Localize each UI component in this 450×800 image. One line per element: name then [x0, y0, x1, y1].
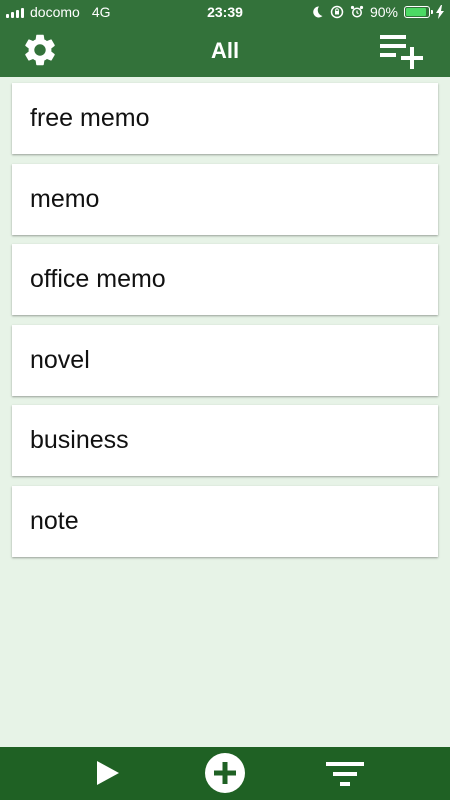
list-item[interactable]: novel [12, 324, 438, 396]
list-item[interactable]: note [12, 485, 438, 557]
battery-icon [404, 6, 433, 18]
moon-icon [310, 5, 324, 19]
list-item[interactable]: business [12, 405, 438, 476]
status-right: 90% [310, 0, 444, 24]
nav-bar: All [0, 24, 450, 77]
alarm-icon [350, 5, 364, 19]
list-item[interactable]: memo [12, 163, 438, 235]
battery-tip [431, 10, 433, 14]
top-bar: docomo 4G 23:39 90% All [0, 0, 450, 77]
battery-fill [406, 8, 426, 16]
category-list: free memo memo office memo novel busines… [12, 83, 438, 566]
filter-icon [326, 762, 364, 786]
play-button[interactable] [94, 759, 122, 787]
add-list-button[interactable] [380, 33, 426, 69]
add-circle-icon [205, 753, 245, 793]
status-bar: docomo 4G 23:39 90% [0, 0, 450, 24]
add-list-icon [380, 35, 423, 69]
battery-percent: 90% [369, 4, 398, 20]
add-button[interactable] [205, 753, 245, 793]
filter-button[interactable] [326, 760, 364, 788]
charging-icon [436, 5, 444, 19]
play-icon [97, 761, 119, 785]
bottom-toolbar [0, 747, 450, 800]
list-item[interactable]: office memo [12, 244, 438, 315]
list-item[interactable]: free memo [12, 83, 438, 154]
orientation-lock-icon [330, 5, 344, 19]
